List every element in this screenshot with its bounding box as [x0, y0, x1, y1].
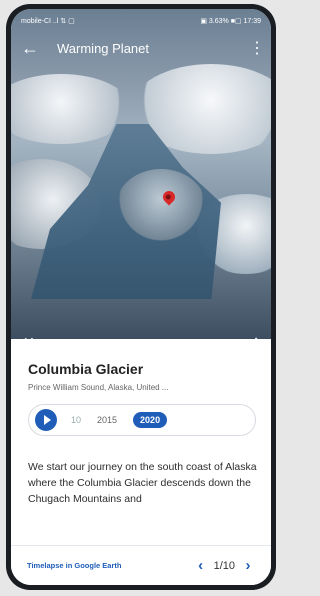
- status-left: mobile-CI ..l ⇅ ▢: [21, 18, 75, 25]
- place-description: We start our journey on the south coast …: [28, 461, 257, 505]
- chevron-right-icon[interactable]: ›: [241, 557, 255, 574]
- status-right: ▣ 3.63% ■▢ 17:39: [200, 18, 261, 25]
- app-bar: ← Warming Planet ⋮: [11, 31, 271, 65]
- place-title: Columbia Glacier: [28, 361, 144, 377]
- close-icon[interactable]: ✕: [23, 334, 35, 351]
- chevron-left-icon[interactable]: ‹: [194, 557, 208, 574]
- info-card: ✕ ^ Columbia Glacier Prince William Soun…: [11, 334, 271, 585]
- screen: mobile-CI ..l ⇅ ▢ ▣ 3.63% ■▢ 17:39 ← War…: [11, 9, 271, 585]
- more-vert-icon[interactable]: ⋮: [249, 38, 265, 58]
- phone-frame: mobile-CI ..l ⇅ ▢ ▣ 3.63% ■▢ 17:39 ← War…: [6, 4, 276, 590]
- footer-bar: Timelapse in Google Earth ‹ 1/10 ›: [11, 545, 271, 585]
- year-option[interactable]: 2015: [97, 415, 117, 425]
- year-option[interactable]: 10: [71, 415, 81, 425]
- page-indicator: 1/10: [213, 559, 235, 572]
- play-icon[interactable]: [35, 409, 57, 431]
- timelapse-link[interactable]: Timelapse in Google Earth: [27, 561, 121, 570]
- app-title: Warming Planet: [57, 40, 149, 56]
- card-controls: ✕ ^: [11, 331, 271, 353]
- timeline-selector: 10 2015 2020: [28, 404, 256, 436]
- status-bar: mobile-CI ..l ⇅ ▢ ▣ 3.63% ■▢ 17:39: [11, 13, 271, 29]
- place-location: Prince William Sound, Alaska, United ...: [28, 383, 169, 392]
- arrow-left-icon[interactable]: ←: [21, 38, 43, 59]
- pager: ‹ 1/10 ›: [194, 557, 255, 574]
- map-view[interactable]: mobile-CI ..l ⇅ ▢ ▣ 3.63% ■▢ 17:39 ← War…: [11, 9, 271, 339]
- year-option-selected[interactable]: 2020: [133, 412, 168, 428]
- chevron-up-icon[interactable]: ^: [253, 335, 259, 349]
